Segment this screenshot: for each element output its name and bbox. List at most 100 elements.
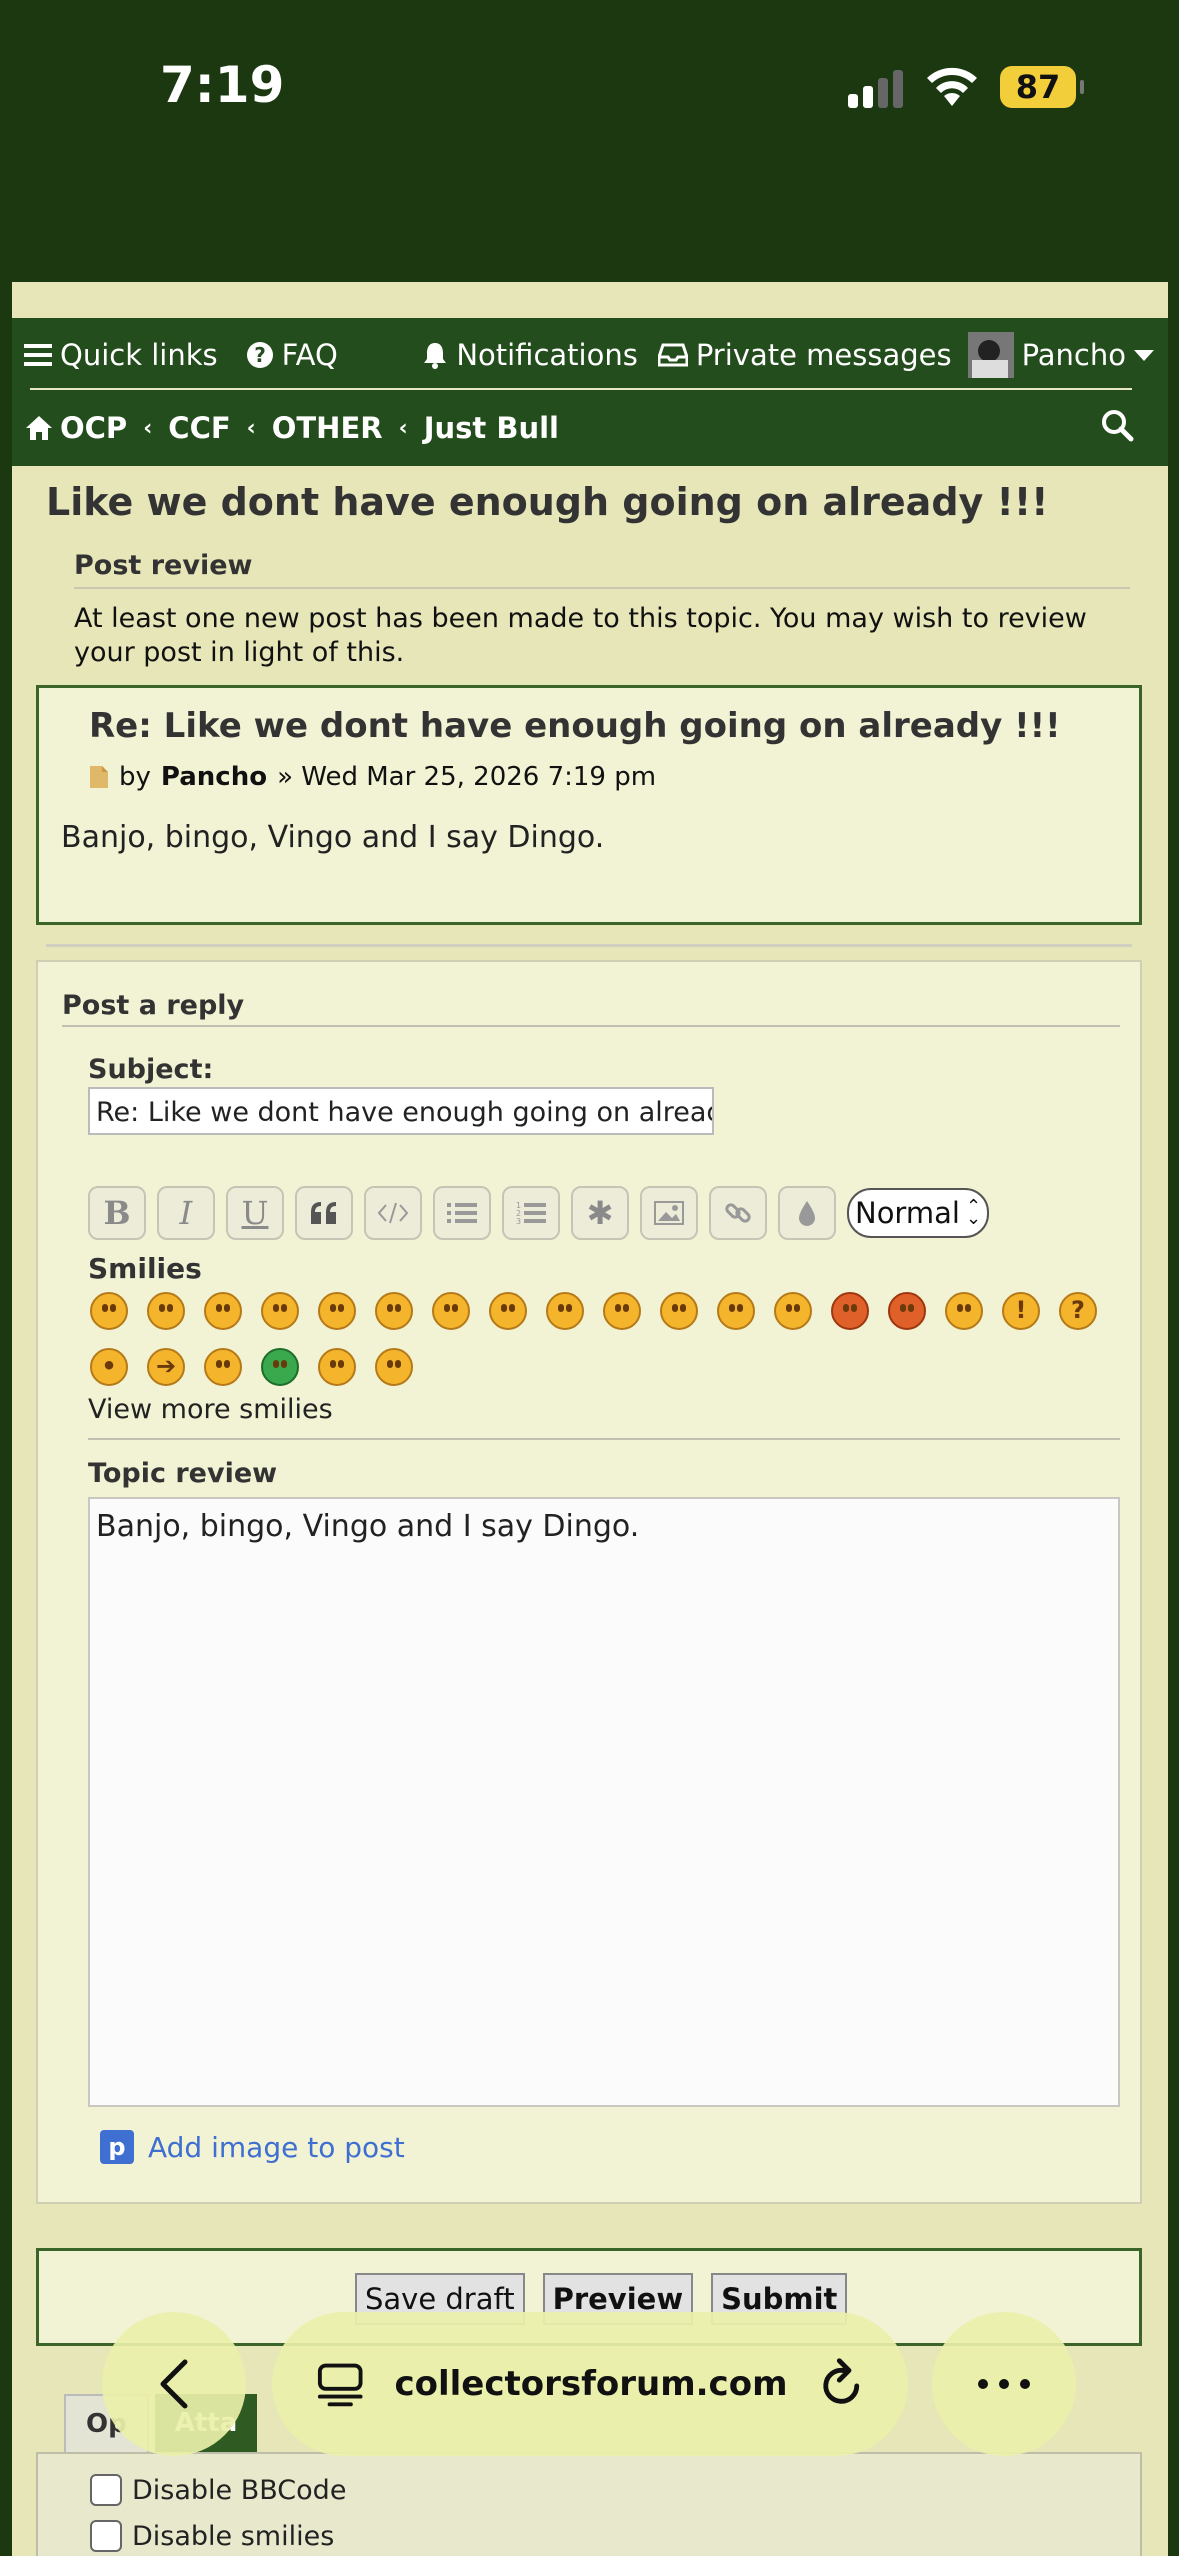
list-item-button[interactable]: ✱ bbox=[571, 1186, 629, 1240]
divider bbox=[74, 587, 1130, 589]
underline-button[interactable]: U bbox=[226, 1186, 284, 1240]
idea-icon[interactable]: • bbox=[90, 1348, 128, 1386]
smiley-icon[interactable] bbox=[660, 1292, 698, 1330]
smiley-icon[interactable] bbox=[90, 1292, 128, 1330]
browser-address-bar[interactable]: collectorsforum.com bbox=[272, 2312, 908, 2456]
browser-more-button[interactable] bbox=[932, 2312, 1076, 2456]
subject-label: Subject: bbox=[88, 1054, 214, 1085]
section-divider bbox=[46, 944, 1132, 947]
options-panel: Disable BBCode Disable smilies bbox=[36, 2452, 1142, 2556]
smiley-icon[interactable] bbox=[546, 1292, 584, 1330]
wifi-icon bbox=[927, 67, 977, 106]
twisted-smiley-icon[interactable] bbox=[888, 1292, 926, 1330]
smiley-icon[interactable] bbox=[318, 1292, 356, 1330]
smiley-icon[interactable] bbox=[774, 1292, 812, 1330]
smiley-icon[interactable] bbox=[261, 1292, 299, 1330]
post-author[interactable]: Pancho bbox=[161, 762, 267, 792]
username: Pancho bbox=[1021, 338, 1126, 372]
notifications-link[interactable]: Notifications bbox=[422, 338, 638, 372]
green-smiley-icon[interactable] bbox=[261, 1348, 299, 1386]
add-image-link[interactable]: p Add image to post bbox=[100, 2130, 405, 2164]
chevron-left-icon bbox=[160, 2359, 188, 2409]
post-title[interactable]: Re: Like we dont have enough going on al… bbox=[89, 706, 1061, 746]
private-messages-link[interactable]: Private messages bbox=[657, 338, 952, 372]
smiley-icon[interactable] bbox=[432, 1292, 470, 1330]
reload-icon[interactable] bbox=[818, 2358, 865, 2410]
faq-link[interactable]: ? FAQ bbox=[246, 338, 338, 372]
breadcrumb-item[interactable]: OTHER bbox=[272, 411, 383, 445]
bold-button[interactable]: B bbox=[88, 1186, 146, 1240]
disable-smilies-option[interactable]: Disable smilies bbox=[90, 2520, 334, 2552]
subject-input[interactable]: Re: Like we dont have enough going on al… bbox=[88, 1087, 714, 1135]
reply-heading: Post a reply bbox=[62, 990, 245, 1021]
add-image-label: Add image to post bbox=[148, 2130, 405, 2164]
quote-icon bbox=[311, 1202, 336, 1224]
droplet-icon bbox=[799, 1201, 815, 1226]
smiley-icon[interactable] bbox=[375, 1292, 413, 1330]
smiley-icon[interactable] bbox=[717, 1292, 755, 1330]
numbered-list-button[interactable]: 123 bbox=[502, 1186, 560, 1240]
url-text: collectorsforum.com bbox=[394, 2364, 788, 2404]
view-more-smilies-link[interactable]: View more smilies bbox=[88, 1394, 333, 1425]
font-size-value: Normal bbox=[855, 1196, 960, 1230]
numbered-list-icon: 123 bbox=[516, 1201, 546, 1226]
code-button[interactable] bbox=[364, 1186, 422, 1240]
notifications-label: Notifications bbox=[456, 338, 638, 372]
question-icon[interactable]: ? bbox=[1059, 1292, 1097, 1330]
more-dots-icon bbox=[978, 2379, 1030, 2389]
post-review-heading: Post review bbox=[74, 550, 253, 581]
arrow-icon[interactable]: ➔ bbox=[147, 1348, 185, 1386]
caret-down-icon bbox=[1134, 350, 1154, 361]
divider bbox=[62, 1025, 1120, 1027]
post-meta: by Pancho » Wed Mar 25, 2026 7:19 pm bbox=[89, 762, 656, 792]
breadcrumb-item[interactable]: Just Bull bbox=[424, 411, 559, 445]
question-circle-icon: ? bbox=[246, 342, 273, 368]
disable-bbcode-option[interactable]: Disable BBCode bbox=[90, 2474, 346, 2506]
bulleted-list-button[interactable] bbox=[433, 1186, 491, 1240]
link-button[interactable] bbox=[709, 1186, 767, 1240]
link-icon bbox=[725, 1203, 751, 1223]
inbox-icon bbox=[657, 343, 688, 367]
quick-links-menu[interactable]: Quick links bbox=[24, 338, 218, 372]
document-icon bbox=[90, 766, 108, 788]
disable-smilies-label: Disable smilies bbox=[132, 2520, 335, 2552]
smilies-list: ! ? • ➔ bbox=[90, 1292, 1130, 1386]
color-button[interactable] bbox=[778, 1186, 836, 1240]
code-icon bbox=[377, 1202, 409, 1224]
asterisk-icon: ✱ bbox=[586, 1194, 614, 1232]
smiley-icon[interactable] bbox=[147, 1292, 185, 1330]
svg-text:?: ? bbox=[254, 343, 266, 367]
topic-review-label: Topic review bbox=[88, 1458, 278, 1489]
message-textarea[interactable]: Banjo, bingo, Vingo and I say Dingo. bbox=[88, 1497, 1120, 2107]
italic-button[interactable]: I bbox=[157, 1186, 215, 1240]
breadcrumb-home[interactable]: OCP bbox=[24, 411, 127, 445]
avatar bbox=[967, 332, 1014, 378]
smiley-icon[interactable] bbox=[945, 1292, 983, 1330]
smiley-icon[interactable] bbox=[204, 1348, 242, 1386]
smiley-icon[interactable] bbox=[489, 1292, 527, 1330]
image-button[interactable] bbox=[640, 1186, 698, 1240]
disable-bbcode-checkbox[interactable] bbox=[90, 2474, 122, 2506]
browser-back-button[interactable] bbox=[102, 2312, 246, 2456]
quote-button[interactable] bbox=[295, 1186, 353, 1240]
postimage-icon: p bbox=[100, 2130, 134, 2164]
select-arrows-icon: ⌃ ⌄ bbox=[965, 1196, 982, 1229]
private-messages-label: Private messages bbox=[695, 338, 952, 372]
faq-label: FAQ bbox=[281, 338, 338, 372]
geek-smiley-icon[interactable] bbox=[318, 1348, 356, 1386]
user-menu[interactable]: Pancho bbox=[967, 332, 1154, 378]
bell-icon bbox=[424, 343, 447, 369]
evil-smiley-icon[interactable] bbox=[831, 1292, 869, 1330]
geek-smiley-icon[interactable] bbox=[375, 1348, 413, 1386]
disable-smilies-checkbox[interactable] bbox=[90, 2520, 122, 2552]
breadcrumb-item: OCP bbox=[60, 411, 128, 445]
breadcrumb-item[interactable]: CCF bbox=[168, 411, 230, 445]
smiley-icon[interactable] bbox=[603, 1292, 641, 1330]
smiley-icon[interactable] bbox=[204, 1292, 242, 1330]
exclamation-icon[interactable]: ! bbox=[1002, 1292, 1040, 1330]
battery-indicator: 87 bbox=[1000, 66, 1084, 108]
page-title[interactable]: Like we dont have enough going on alread… bbox=[46, 480, 1049, 524]
font-size-select[interactable]: Normal ⌃ ⌄ bbox=[847, 1188, 990, 1238]
new-post-notice: At least one new post has been made to t… bbox=[74, 603, 1087, 668]
search-icon[interactable] bbox=[1100, 408, 1134, 442]
